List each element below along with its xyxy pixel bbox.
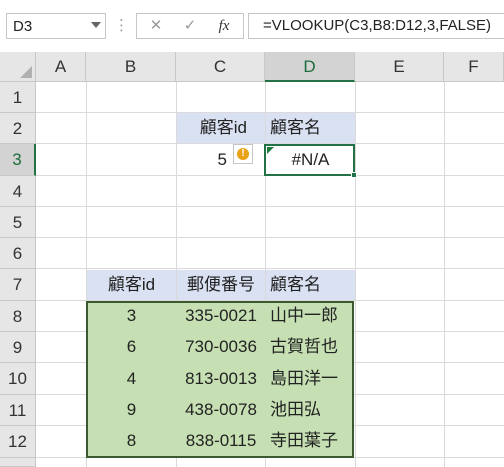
lookup-id-input[interactable]: 5	[177, 145, 227, 175]
insert-function-icon[interactable]: fx	[207, 14, 241, 38]
column-header-c[interactable]: C	[176, 52, 265, 82]
table-header-postal[interactable]: 郵便番号	[177, 270, 265, 300]
gridline	[36, 268, 504, 269]
gridline	[36, 206, 504, 207]
active-cell-border	[264, 144, 355, 176]
column-header-a[interactable]: A	[36, 52, 86, 82]
select-all-corner[interactable]	[0, 52, 36, 82]
cancel-icon[interactable]: ✕	[139, 14, 173, 38]
table-cell-postal[interactable]: 813-0013	[177, 364, 265, 394]
row-header-1[interactable]: 1	[0, 82, 36, 113]
select-all-icon	[20, 66, 32, 78]
table-cell-id[interactable]: 8	[87, 426, 176, 456]
row-header-2[interactable]: 2	[0, 113, 36, 144]
table-header-name[interactable]: 顧客名	[266, 270, 355, 300]
formula-text: =VLOOKUP(C3,B8:D12,3,FALSE)	[263, 17, 492, 34]
gridline	[444, 82, 445, 467]
table-cell-name[interactable]: 古賀哲也	[266, 332, 355, 362]
row-header-7[interactable]: 7	[0, 269, 36, 301]
table-cell-id[interactable]: 6	[87, 332, 176, 362]
gridline	[36, 237, 504, 238]
name-box-value: D3	[13, 18, 33, 35]
column-header-d[interactable]: D	[265, 52, 355, 82]
lookup-name-header[interactable]: 顧客名	[266, 113, 355, 143]
table-cell-postal[interactable]: 335-0021	[177, 301, 265, 331]
formula-input[interactable]: =VLOOKUP(C3,B8:D12,3,FALSE)	[248, 13, 504, 39]
table-cell-id[interactable]: 3	[87, 301, 176, 331]
table-cell-postal[interactable]: 730-0036	[177, 332, 265, 362]
row-header-12[interactable]: 12	[0, 426, 36, 458]
gridline	[355, 82, 356, 467]
row-header-3[interactable]: 3	[0, 144, 36, 176]
column-header-e[interactable]: E	[355, 52, 444, 82]
table-header-id[interactable]: 顧客id	[87, 270, 176, 300]
column-header-b[interactable]: B	[86, 52, 176, 82]
name-box[interactable]: D3	[6, 13, 106, 39]
enter-icon[interactable]: ✓	[173, 14, 207, 38]
table-cell-postal[interactable]: 838-0115	[177, 426, 265, 456]
row-header-13[interactable]	[0, 458, 36, 467]
error-warning-button[interactable]: !	[233, 144, 253, 164]
row-header-8[interactable]: 8	[0, 301, 36, 332]
column-header-f[interactable]: F	[444, 52, 504, 82]
more-options-icon[interactable]: ⋮	[114, 13, 129, 39]
table-cell-postal[interactable]: 438-0078	[177, 395, 265, 425]
fill-handle[interactable]	[351, 172, 357, 178]
lookup-id-header[interactable]: 顧客id	[177, 113, 265, 143]
formula-buttons: ✕ ✓ fx	[136, 13, 244, 39]
chevron-down-icon[interactable]	[91, 22, 101, 28]
row-header-6[interactable]: 6	[0, 238, 36, 269]
table-cell-name[interactable]: 池田弘	[266, 395, 355, 425]
row-header-11[interactable]: 11	[0, 395, 36, 426]
row-header-4[interactable]: 4	[0, 176, 36, 207]
row-header-10[interactable]: 10	[0, 363, 36, 395]
row-header-5[interactable]: 5	[0, 207, 36, 238]
row-header-9[interactable]: 9	[0, 332, 36, 363]
warning-icon: !	[237, 148, 249, 160]
table-cell-name[interactable]: 寺田葉子	[266, 426, 355, 456]
table-cell-name[interactable]: 島田洋一	[266, 364, 355, 394]
table-cell-id[interactable]: 9	[87, 395, 176, 425]
table-cell-id[interactable]: 4	[87, 364, 176, 394]
table-cell-name[interactable]: 山中一郎	[266, 301, 355, 331]
formula-bar: D3 ⋮ ✕ ✓ fx =VLOOKUP(C3,B8:D12,3,FALSE)	[0, 0, 504, 52]
